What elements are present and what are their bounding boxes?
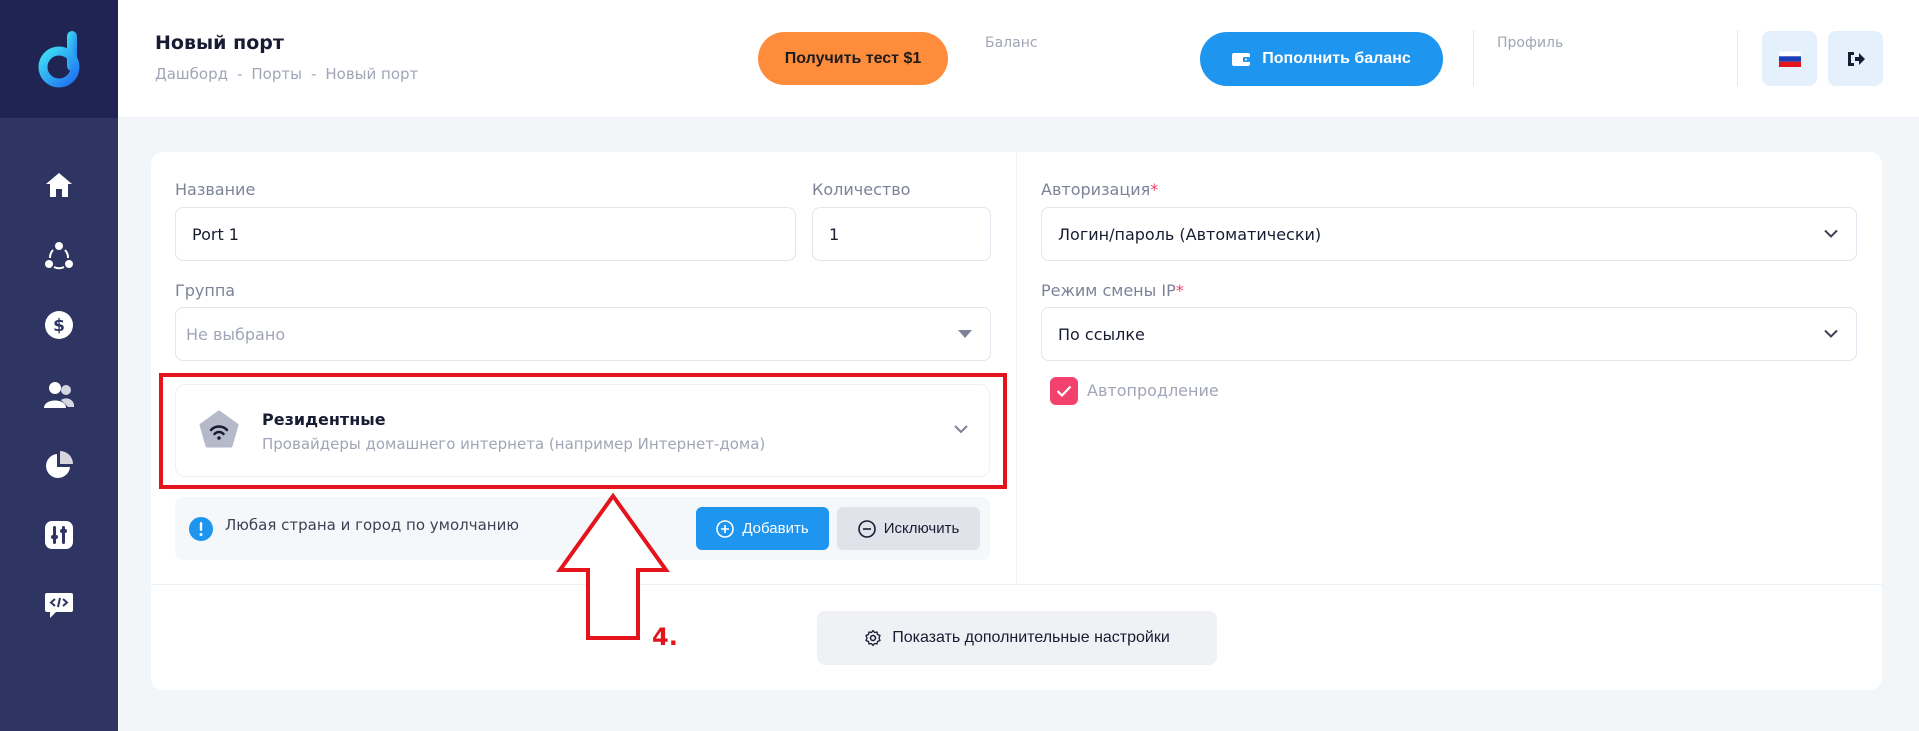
profile-label: Профиль bbox=[1497, 35, 1564, 51]
language-button[interactable] bbox=[1762, 31, 1817, 86]
pie-chart-icon bbox=[46, 451, 73, 478]
sliders-icon bbox=[45, 521, 73, 549]
dollar-icon: $ bbox=[45, 311, 73, 339]
quantity-input[interactable]: 1 bbox=[812, 207, 991, 261]
users-icon bbox=[44, 382, 75, 408]
form-footer-divider bbox=[151, 584, 1882, 585]
header: Новый порт Дашборд - Порты - Новый порт … bbox=[118, 0, 1919, 118]
sidebar-item-finance[interactable]: $ bbox=[0, 290, 118, 360]
sidebar-item-home[interactable] bbox=[0, 150, 118, 220]
svg-text:$: $ bbox=[53, 316, 65, 336]
sidebar-item-users[interactable] bbox=[0, 360, 118, 430]
header-divider bbox=[1737, 30, 1738, 86]
wallet-icon bbox=[1232, 52, 1251, 66]
ip-mode-select[interactable]: По ссылке bbox=[1041, 307, 1857, 361]
topup-balance-button[interactable]: Пополнить баланс bbox=[1200, 32, 1443, 86]
sidebar-item-stats[interactable] bbox=[0, 430, 118, 500]
breadcrumb-item-dashboard[interactable]: Дашборд bbox=[155, 65, 228, 83]
auth-select-value: Логин/пароль (Автоматически) bbox=[1058, 224, 1322, 244]
name-input-value: Port 1 bbox=[192, 224, 239, 244]
share-nodes-icon bbox=[45, 242, 73, 270]
d-logo-icon bbox=[38, 31, 80, 88]
russia-flag-icon bbox=[1778, 50, 1801, 67]
auth-label-text: Авторизация bbox=[1041, 180, 1151, 199]
get-test-button[interactable]: Получить тест $1 bbox=[758, 32, 948, 85]
check-icon bbox=[1056, 385, 1072, 397]
sidebar-item-settings[interactable] bbox=[0, 500, 118, 570]
ip-mode-select-value: По ссылке bbox=[1058, 324, 1145, 344]
logo[interactable] bbox=[0, 0, 118, 118]
show-more-settings-button[interactable]: Показать дополнительные настройки bbox=[817, 611, 1217, 665]
sidebar-item-network[interactable] bbox=[0, 220, 118, 290]
exclamation-icon bbox=[189, 517, 213, 541]
page-title: Новый порт bbox=[155, 32, 284, 54]
auth-label: Авторизация* bbox=[1041, 180, 1158, 199]
autorenew-checkbox[interactable] bbox=[1050, 377, 1078, 405]
exclude-location-button[interactable]: Исключить bbox=[837, 507, 980, 550]
home-icon bbox=[46, 173, 72, 197]
group-select[interactable]: Не выбрано bbox=[175, 307, 991, 361]
sidebar-item-api[interactable] bbox=[0, 570, 118, 640]
chevron-down-icon bbox=[1824, 329, 1838, 338]
add-location-label: Добавить bbox=[742, 520, 809, 537]
balance-label: Баланс bbox=[985, 35, 1038, 51]
name-label: Название bbox=[175, 180, 256, 199]
quantity-input-value: 1 bbox=[829, 224, 840, 244]
annotation-step-number: 4. bbox=[652, 623, 678, 651]
annotation-arrow-icon bbox=[556, 492, 670, 640]
show-more-settings-label: Показать дополнительные настройки bbox=[892, 629, 1170, 646]
sidebar: $ bbox=[0, 0, 118, 731]
quantity-label: Количество bbox=[812, 180, 911, 199]
breadcrumb-item-current: Новый порт bbox=[325, 65, 419, 83]
topup-balance-label: Пополнить баланс bbox=[1262, 50, 1411, 67]
breadcrumb: Дашборд - Порты - Новый порт bbox=[155, 65, 418, 83]
gear-icon bbox=[865, 629, 881, 647]
plus-circle-icon bbox=[716, 519, 735, 538]
exclude-location-label: Исключить bbox=[883, 520, 960, 537]
code-message-icon bbox=[45, 593, 73, 618]
autorenew-label: Автопродление bbox=[1087, 381, 1219, 400]
form-column-divider bbox=[1016, 152, 1017, 584]
auth-select[interactable]: Логин/пароль (Автоматически) bbox=[1041, 207, 1857, 261]
location-info-text: Любая страна и город по умолчанию bbox=[225, 516, 519, 534]
chevron-down-icon bbox=[1824, 229, 1838, 238]
required-mark: * bbox=[1175, 281, 1184, 300]
annotation-highlight-box bbox=[159, 373, 1007, 489]
caret-down-icon bbox=[958, 330, 972, 338]
ip-mode-label-text: Режим смены IP bbox=[1041, 281, 1176, 300]
required-mark: * bbox=[1150, 180, 1159, 199]
minus-circle-icon bbox=[857, 519, 876, 538]
logout-icon bbox=[1847, 51, 1865, 66]
name-input[interactable]: Port 1 bbox=[175, 207, 796, 261]
group-label: Группа bbox=[175, 281, 236, 300]
group-select-placeholder: Не выбрано bbox=[186, 324, 286, 344]
ip-mode-label: Режим смены IP* bbox=[1041, 281, 1184, 300]
breadcrumb-separator: - bbox=[236, 65, 243, 83]
breadcrumb-separator: - bbox=[310, 65, 317, 83]
header-divider bbox=[1473, 30, 1474, 86]
logout-button[interactable] bbox=[1828, 31, 1883, 86]
sidebar-nav: $ bbox=[0, 118, 118, 640]
breadcrumb-item-ports[interactable]: Порты bbox=[251, 65, 302, 83]
get-test-button-label: Получить тест $1 bbox=[784, 49, 922, 67]
add-location-button[interactable]: Добавить bbox=[696, 507, 829, 550]
